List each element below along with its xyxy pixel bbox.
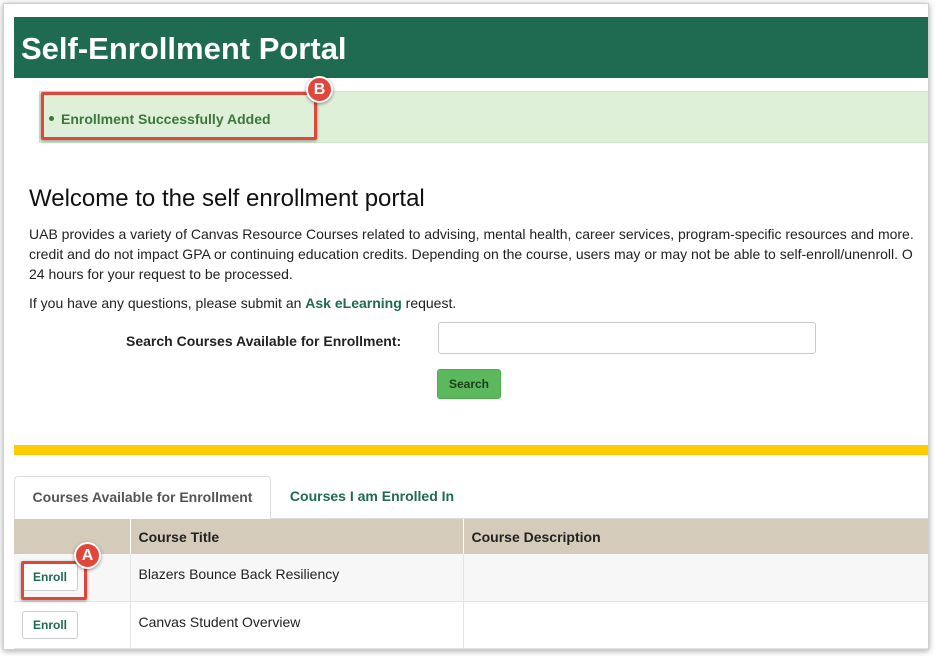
questions-suffix: request. [401, 295, 457, 311]
questions-text: If you have any questions, please submit… [29, 295, 456, 311]
search-input[interactable] [438, 322, 816, 354]
browser-frame: Self-Enrollment Portal Enrollment Succes… [3, 3, 929, 650]
callout-b-highlight [41, 92, 317, 140]
enroll-button[interactable]: Enroll [22, 610, 78, 639]
intro-line: credit and do not impact GPA or continui… [29, 246, 913, 262]
search-label: Search Courses Available for Enrollment: [126, 333, 402, 349]
page-title: Self-Enrollment Portal [21, 31, 347, 66]
action-cell: Enroll [14, 601, 131, 649]
column-header-action [14, 519, 131, 554]
table-row: Enroll Blazers Bounce Back Resiliency [14, 554, 928, 602]
intro-line: 24 hours for your request to be processe… [29, 266, 293, 282]
intro-line: UAB provides a variety of Canvas Resourc… [29, 226, 914, 242]
courses-table: Course Title Course Description Enroll B… [14, 519, 928, 649]
tab-courses-available[interactable]: Courses Available for Enrollment [14, 476, 271, 519]
callout-b-badge: B [306, 76, 333, 103]
portal-header: Self-Enrollment Portal [14, 17, 928, 78]
course-description-cell [463, 601, 928, 649]
welcome-heading: Welcome to the self enrollment portal [29, 185, 425, 212]
callout-a-highlight [21, 561, 87, 600]
intro-text: UAB provides a variety of Canvas Resourc… [29, 224, 928, 284]
course-title-cell: Canvas Student Overview [130, 601, 464, 649]
column-header-description: Course Description [463, 519, 928, 554]
ask-elearning-link[interactable]: Ask eLearning [305, 295, 401, 311]
search-button[interactable]: Search [437, 369, 501, 399]
course-title-cell: Blazers Bounce Back Resiliency [130, 554, 464, 602]
column-header-title: Course Title [130, 519, 464, 554]
callout-a-badge: A [74, 542, 101, 569]
gold-divider [14, 445, 928, 455]
table-row: Enroll Canvas Student Overview [14, 601, 928, 649]
table-header-row: Course Title Course Description [14, 519, 928, 554]
questions-prefix: If you have any questions, please submit… [29, 295, 306, 311]
course-description-cell [463, 554, 928, 602]
tab-courses-enrolled[interactable]: Courses I am Enrolled In [277, 476, 467, 519]
